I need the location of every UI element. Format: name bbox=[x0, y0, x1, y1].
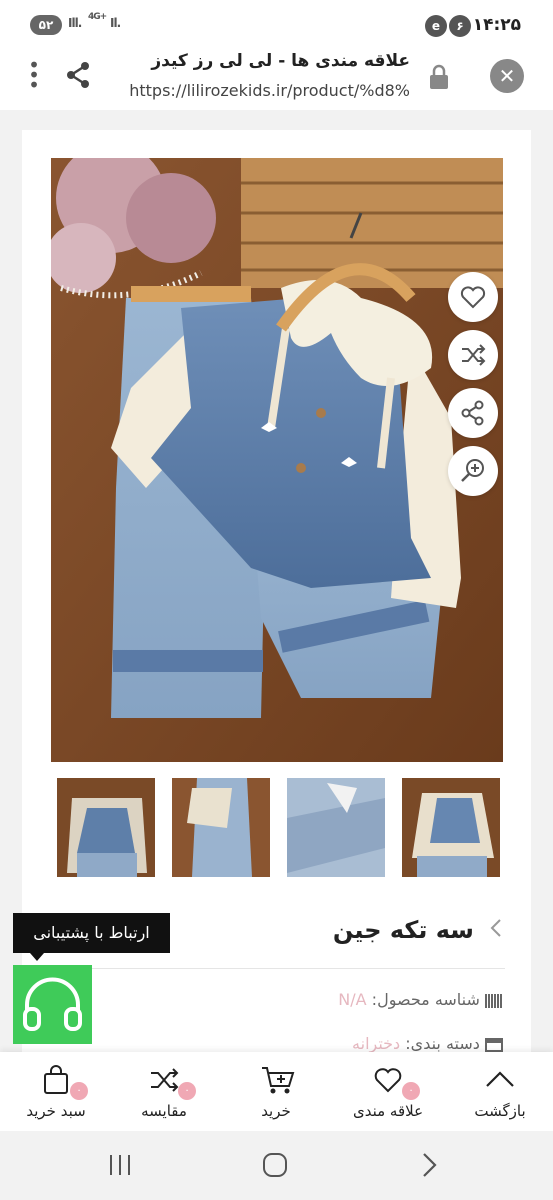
product-main-image[interactable] bbox=[51, 158, 503, 762]
close-tab-button[interactable]: ✕ bbox=[490, 59, 524, 93]
nav-compare[interactable]: ۰ مقایسه bbox=[114, 1052, 214, 1131]
product-thumbnail[interactable] bbox=[287, 778, 385, 877]
recent-apps-icon[interactable] bbox=[107, 1151, 133, 1179]
divider bbox=[62, 968, 505, 969]
nav-buy-label: خرید bbox=[261, 1102, 291, 1120]
status-bar: ۱۴:۲۵ ۶ e ۵۲ Ill. 4G+ Il. bbox=[0, 0, 553, 50]
app-notification-icon: e bbox=[425, 15, 447, 37]
more-menu-icon[interactable]: • • • bbox=[28, 55, 40, 95]
chevron-left-icon[interactable] bbox=[489, 918, 503, 938]
support-tooltip-arrow bbox=[30, 953, 44, 961]
heart-icon bbox=[374, 1068, 402, 1093]
category-label: دسته بندی: bbox=[405, 1034, 480, 1053]
network-type: 4G+ bbox=[88, 12, 107, 22]
nav-buy[interactable]: خرید bbox=[226, 1052, 326, 1131]
battery-indicator: ۵۲ bbox=[30, 15, 62, 35]
page-title: علاقه مندی ها - لی لی رز کیدز bbox=[151, 51, 410, 71]
shuffle-icon bbox=[462, 344, 486, 366]
notification-badge: ۶ bbox=[449, 15, 471, 37]
nav-back-label: بازگشت bbox=[474, 1102, 526, 1120]
product-photo-illustration bbox=[51, 158, 503, 762]
signal-icon: Il. bbox=[110, 16, 121, 30]
zoom-icon bbox=[461, 459, 484, 482]
share-icon bbox=[461, 400, 484, 426]
product-sku-row: شناسه محصول: N/A bbox=[338, 990, 503, 1009]
cart-add-icon bbox=[262, 1067, 295, 1094]
page-url[interactable]: https://lilirozekids.ir/product/%d8% bbox=[129, 81, 410, 100]
compare-button[interactable] bbox=[448, 330, 498, 380]
nav-compare-label: مقایسه bbox=[141, 1102, 187, 1120]
product-thumbnail[interactable] bbox=[402, 778, 500, 877]
add-to-wishlist-button[interactable] bbox=[448, 272, 498, 322]
home-icon[interactable] bbox=[261, 1151, 289, 1179]
product-thumbnail[interactable] bbox=[172, 778, 270, 877]
nav-cart-label: سبد خرید bbox=[26, 1102, 86, 1120]
lock-icon bbox=[430, 64, 448, 89]
system-nav-bar bbox=[0, 1131, 553, 1200]
back-icon[interactable] bbox=[418, 1151, 440, 1179]
support-tooltip: ارتباط با پشتیبانی bbox=[13, 913, 170, 953]
product-title: سه تکه جین bbox=[332, 916, 474, 944]
cart-count-badge: ۰ bbox=[70, 1082, 88, 1100]
nav-wishlist-label: علاقه مندی bbox=[352, 1102, 424, 1120]
wishlist-count-badge: ۰ bbox=[402, 1082, 420, 1100]
product-thumbnail[interactable] bbox=[57, 778, 155, 877]
chevron-up-icon bbox=[486, 1071, 514, 1087]
zoom-button[interactable] bbox=[448, 446, 498, 496]
sku-label: شناسه محصول: bbox=[371, 990, 480, 1009]
compare-count-badge: ۰ bbox=[178, 1082, 196, 1100]
bottom-nav: بازگشت ۰ علاقه مندی خرید ۰ مقایسه ۰ سبد … bbox=[0, 1052, 553, 1131]
barcode-icon bbox=[485, 993, 503, 1008]
heart-icon bbox=[460, 286, 486, 309]
sku-value: N/A bbox=[338, 990, 367, 1009]
share-icon[interactable] bbox=[63, 60, 93, 90]
signal-icon: Ill. bbox=[68, 16, 82, 30]
nav-cart[interactable]: ۰ سبد خرید bbox=[6, 1052, 106, 1131]
category-link[interactable]: دخترانه bbox=[352, 1034, 400, 1053]
browser-url-bar: ✕ علاقه مندی ها - لی لی رز کیدز https://… bbox=[0, 50, 553, 110]
nav-wishlist[interactable]: ۰ علاقه مندی bbox=[338, 1052, 438, 1131]
shuffle-icon bbox=[151, 1068, 179, 1092]
share-product-button[interactable] bbox=[448, 388, 498, 438]
status-time: ۱۴:۲۵ bbox=[472, 15, 521, 35]
headphones-icon bbox=[23, 977, 82, 1031]
support-chat-button[interactable] bbox=[13, 965, 92, 1044]
product-category-row: دسته بندی: دخترانه bbox=[352, 1034, 503, 1053]
shopping-bag-icon bbox=[44, 1065, 68, 1094]
store-icon bbox=[485, 1037, 503, 1052]
nav-back[interactable]: بازگشت bbox=[450, 1052, 550, 1131]
